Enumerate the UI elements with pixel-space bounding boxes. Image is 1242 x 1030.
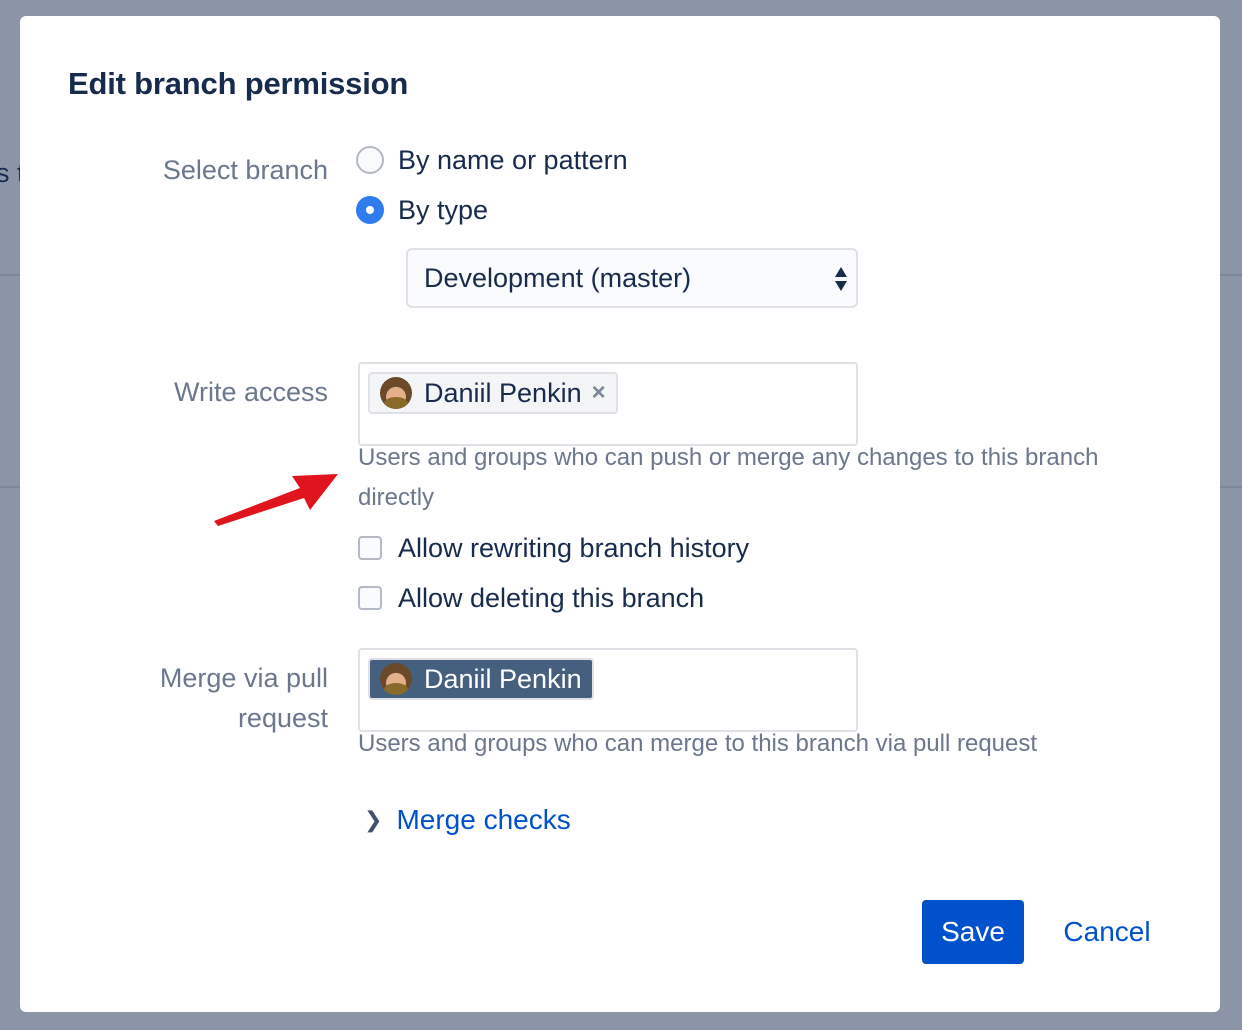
branch-type-select-value: Development (master) [424, 262, 692, 293]
write-access-help: Users and groups who can push or merge a… [358, 444, 1099, 511]
checkbox[interactable] [358, 586, 382, 610]
edit-branch-permission-dialog: Edit branch permission Select branch By … [20, 16, 1220, 1012]
checkbox-label: Allow rewriting branch history [398, 532, 750, 563]
merge-via-pr-label: Merge via pull request [159, 663, 328, 733]
user-tag-label: Daniil Penkin [424, 377, 582, 408]
radio-button-checked[interactable] [356, 196, 384, 224]
save-button[interactable]: Save [922, 900, 1024, 964]
merge-via-pr-help: Users and groups who can merge to this b… [358, 730, 1038, 757]
dialog-title: Edit branch permission [68, 66, 409, 101]
merge-checks-expander[interactable]: ❯ Merge checks [364, 804, 571, 836]
branch-type-select[interactable]: Development (master) [406, 248, 858, 308]
cancel-button[interactable]: Cancel [1052, 900, 1162, 964]
annotation-arrow-icon [214, 474, 338, 526]
user-tag[interactable]: Daniil Penkin × [368, 372, 618, 414]
checkbox-allow-rewriting-history[interactable]: Allow rewriting branch history [356, 530, 749, 566]
avatar [380, 377, 412, 409]
user-tag-selected[interactable]: Daniil Penkin [368, 658, 594, 700]
merge-checks-label[interactable]: Merge checks [396, 804, 570, 836]
select-arrows-icon [835, 267, 847, 291]
radio-by-name-or-pattern[interactable]: By name or pattern [356, 142, 628, 178]
radio-button[interactable] [356, 146, 384, 174]
radio-label: By name or pattern [398, 144, 628, 175]
write-access-field[interactable]: Daniil Penkin × [358, 362, 858, 446]
chevron-right-icon: ❯ [364, 807, 383, 832]
checkbox[interactable] [358, 536, 382, 560]
merge-via-pr-field[interactable]: Daniil Penkin [358, 648, 858, 732]
checkbox-allow-deleting-branch[interactable]: Allow deleting this branch [356, 580, 704, 616]
user-tag-label: Daniil Penkin [424, 663, 582, 694]
radio-by-type[interactable]: By type [356, 192, 488, 228]
checkbox-label: Allow deleting this branch [398, 582, 705, 613]
select-branch-label: Select branch [162, 155, 328, 185]
remove-icon[interactable]: × [592, 379, 606, 407]
write-access-label: Write access [173, 377, 328, 407]
avatar [380, 663, 412, 695]
radio-label: By type [398, 194, 489, 225]
